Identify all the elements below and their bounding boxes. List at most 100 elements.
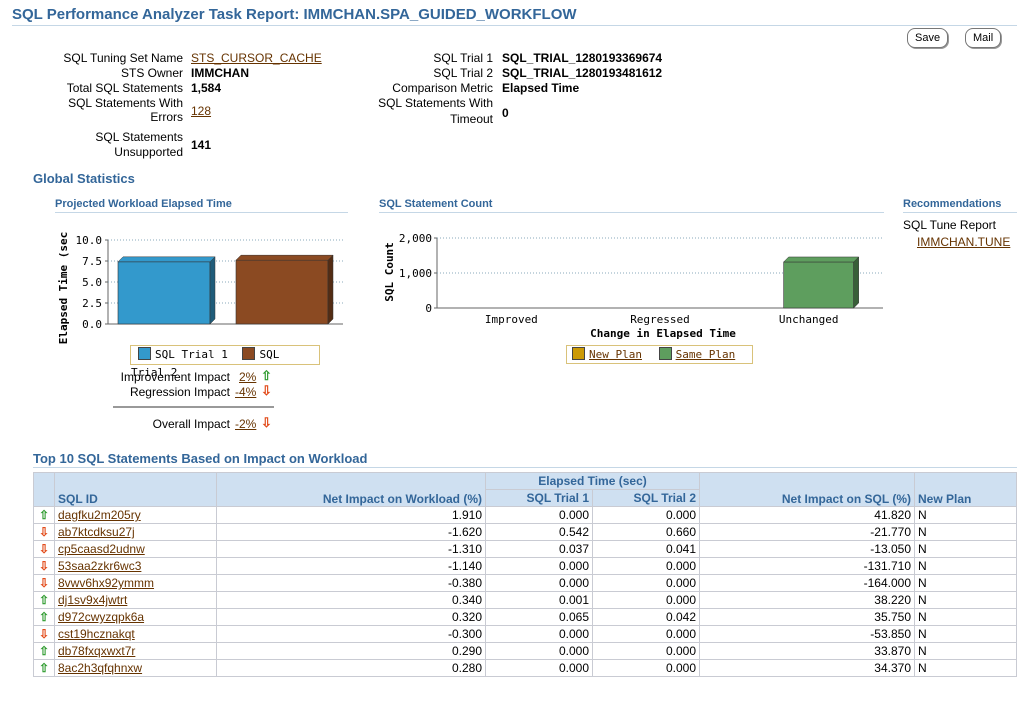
improvement-impact-link[interactable]: 2% — [239, 370, 256, 384]
elapsed-tick-label: 5.0 — [82, 276, 102, 289]
total-statements-label: Total SQL Statements — [66, 81, 183, 95]
net-impact-workload-cell: 0.290 — [216, 642, 486, 660]
trial2-cell: 0.000 — [592, 557, 700, 575]
net-impact-sql-cell: -53.850 — [699, 625, 915, 643]
new-plan-cell: N — [914, 506, 1017, 524]
sql-id-link[interactable]: 8vwv6hx92ymmm — [58, 576, 154, 590]
sql-id-link[interactable]: dj1sv9x4jwtrt — [58, 593, 127, 607]
arrow-up-icon: ⇧ — [261, 368, 272, 383]
new-plan-cell: N — [914, 574, 1017, 592]
sts-owner-label: STS Owner — [120, 66, 183, 80]
errors-count-link[interactable]: 128 — [191, 104, 211, 118]
trial1-cell: 0.000 — [485, 574, 593, 592]
count-bar-same-plan-side — [853, 256, 859, 309]
net-impact-workload-cell: 0.320 — [216, 608, 486, 626]
legend-swatch-new-plan — [572, 347, 585, 360]
timeout-value: 0 — [502, 106, 509, 120]
statement-count-chart: SQL Count Change in Elapsed Time 2,000 1,… — [383, 232, 883, 340]
net-impact-workload-cell: -0.380 — [216, 574, 486, 592]
trial1-label: SQL Trial 1 — [433, 51, 493, 65]
legend-link-same-plan[interactable]: Same Plan — [676, 348, 736, 361]
trial2-cell: 0.660 — [592, 523, 700, 541]
unsupported-label-line2: Unsupported — [114, 145, 183, 159]
sql-id-link[interactable]: cst19hcznakqt — [58, 627, 135, 641]
legend-swatch-same-plan — [658, 347, 672, 360]
trial1-cell: 0.000 — [485, 557, 593, 575]
elapsed-time-chart: Elapsed Time (sec 10.0 7.5 5.0 2.5 0.0 — [57, 232, 343, 345]
sql-id-link[interactable]: 53saa2zkr6wc3 — [58, 559, 141, 573]
timeout-label-line2: Timeout — [450, 112, 493, 126]
trial1-cell: 0.000 — [485, 506, 593, 524]
new-plan-cell: N — [914, 591, 1017, 609]
sql-id-link[interactable]: ab7ktcdksu27j — [58, 525, 135, 539]
elapsed-chart-title-rule — [55, 212, 348, 213]
elapsed-chart-title: Projected Workload Elapsed Time — [55, 198, 232, 210]
trial2-cell: 0.000 — [592, 642, 700, 660]
top-sql-heading: Top 10 SQL Statements Based on Impact on… — [33, 451, 368, 466]
trial2-cell: 0.000 — [592, 574, 700, 592]
regression-impact-label: Regression Impact — [129, 385, 230, 399]
unsupported-label-line1: SQL Statements — [95, 130, 183, 144]
trial1-cell: 0.037 — [485, 540, 593, 558]
sql-id-link[interactable]: 8ac2h3qfqhnxw — [58, 661, 142, 675]
trial2-cell: 0.000 — [592, 659, 700, 677]
mail-button[interactable]: Mail — [965, 28, 1002, 48]
table-row: ⇩ cst19hcznakqt -0.300 0.000 0.000 -53.850 N — [33, 625, 1017, 643]
trial1-cell: 0.001 — [485, 591, 593, 609]
total-statements-value: 1,584 — [191, 81, 222, 95]
sts-name-label: SQL Tuning Set Name — [63, 51, 183, 65]
errors-label-line2: Errors — [150, 110, 183, 124]
col-new-plan: New Plan — [914, 472, 1017, 507]
trial1-cell: 0.000 — [485, 659, 593, 677]
trial2-label: SQL Trial 2 — [433, 66, 493, 80]
trial1-cell: 0.000 — [485, 625, 593, 643]
table-row: ⇧ d972cwyzqpk6a 0.320 0.065 0.042 35.750 N — [33, 608, 1017, 626]
net-impact-workload-cell: 0.340 — [216, 591, 486, 609]
regression-impact-link[interactable]: -4% — [235, 385, 256, 399]
net-impact-workload-cell: -1.310 — [216, 540, 486, 558]
comparison-metric-value: Elapsed Time — [502, 81, 580, 95]
elapsed-bar-trial2 — [235, 259, 329, 325]
arrow-up-icon: ⇧ — [38, 508, 50, 522]
top-sql-heading-rule — [33, 467, 1017, 468]
table-row: ⇩ cp5caasd2udnw -1.310 0.037 0.041 -13.050 N — [33, 540, 1017, 558]
elapsed-ylabel: Elapsed Time (sec — [57, 232, 70, 345]
impact-divider — [113, 406, 274, 408]
arrow-down-icon: ⇩ — [261, 415, 272, 430]
arrow-up-icon: ⇧ — [38, 644, 50, 658]
net-impact-workload-cell: -1.140 — [216, 557, 486, 575]
sql-id-link[interactable]: d972cwyzqpk6a — [58, 610, 144, 624]
col-net-impact-workload: Net Impact on Workload (%) — [216, 472, 486, 507]
arrow-up-icon: ⇧ — [38, 593, 50, 607]
table-row: ⇧ db78fxqxwxt7r 0.290 0.000 0.000 33.870 N — [33, 642, 1017, 660]
sql-id-link[interactable]: db78fxqxwxt7r — [58, 644, 135, 658]
net-impact-sql-cell: 33.870 — [699, 642, 915, 660]
recommendations-title-rule — [903, 212, 1017, 213]
trial2-value: SQL_TRIAL_1280193481612 — [502, 66, 663, 80]
col-sql-id: SQL ID — [54, 472, 217, 507]
elapsed-tick-label: 0.0 — [82, 318, 102, 331]
net-impact-sql-cell: 41.820 — [699, 506, 915, 524]
trial1-cell: 0.065 — [485, 608, 593, 626]
sql-tune-report-link[interactable]: IMMCHAN.TUNE — [917, 235, 1010, 249]
new-plan-cell: N — [914, 523, 1017, 541]
count-bar-same-plan — [783, 261, 854, 309]
save-button[interactable]: Save — [907, 28, 949, 48]
net-impact-sql-cell: 34.370 — [699, 659, 915, 677]
count-tick-label: 0 — [425, 302, 432, 315]
count-tick-label: 1,000 — [399, 267, 432, 280]
unsupported-value: 141 — [191, 138, 212, 152]
top-sql-table: SQL ID Net Impact on Workload (%) Elapse… — [33, 472, 1017, 677]
count-category-label: Improved — [485, 313, 538, 326]
sql-id-link[interactable]: dagfku2m205ry — [58, 508, 141, 522]
overall-impact-link[interactable]: -2% — [235, 417, 256, 431]
count-chart-title: SQL Statement Count — [379, 198, 493, 210]
elapsed-tick-label: 2.5 — [82, 297, 102, 310]
legend-link-new-plan[interactable]: New Plan — [589, 348, 642, 361]
count-category-label: Regressed — [630, 313, 690, 326]
sql-id-link[interactable]: cp5caasd2udnw — [58, 542, 145, 556]
sts-name-link[interactable]: STS_CURSOR_CACHE — [191, 51, 322, 65]
recommendations-title: Recommendations — [903, 198, 1002, 210]
new-plan-cell: N — [914, 557, 1017, 575]
elapsed-bar-trial2-side — [327, 254, 334, 325]
